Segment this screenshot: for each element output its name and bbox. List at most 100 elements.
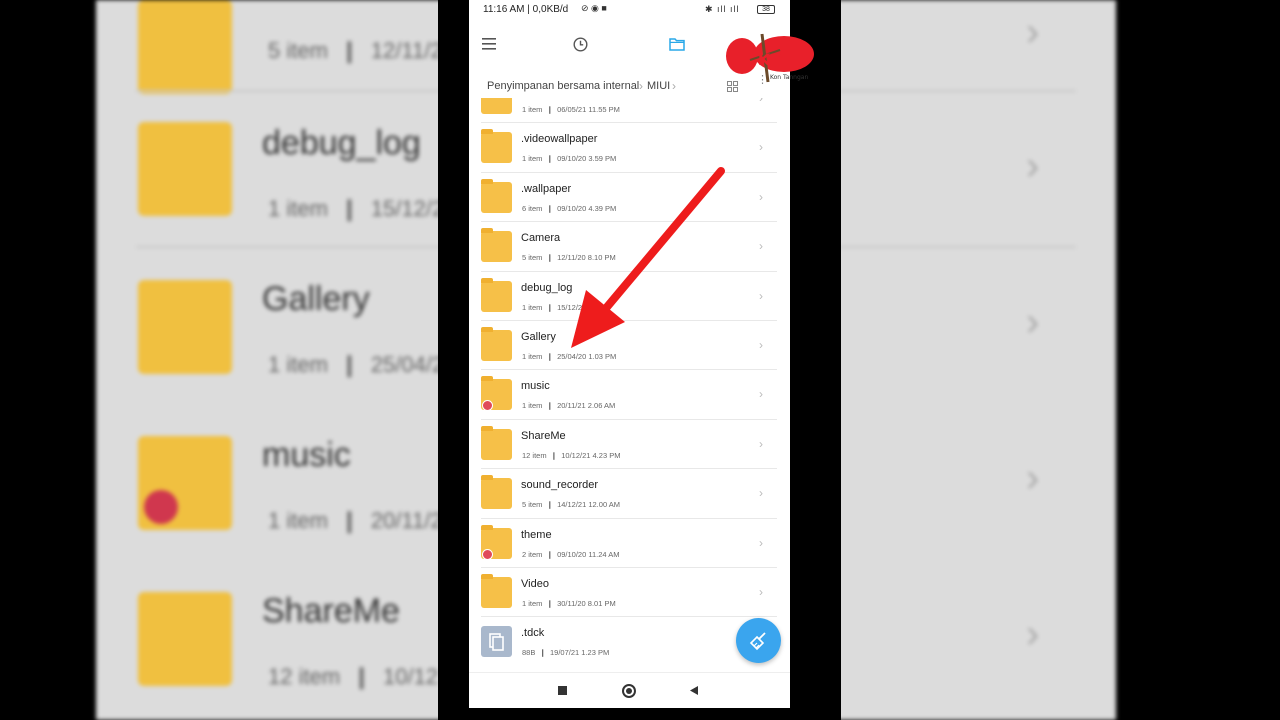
item-name: Video — [521, 578, 549, 590]
item-date: 10/12/21 4.23 PM — [561, 450, 621, 460]
meta-separator: ❙ — [542, 253, 558, 263]
item-count: 12 item — [522, 450, 547, 460]
item-date: 15/12/21 — [557, 302, 587, 312]
item-date: 09/10/20 4.39 PM — [557, 203, 617, 213]
phone-frame: 11:16 AM | 0,0KB/d ⊘ ◉ ■ ✱ ıll ıll 38 Pe… — [438, 0, 841, 720]
item-name: music — [521, 380, 550, 393]
item-meta: 1 item ❙ 06/05/21 11.55 PM — [522, 105, 620, 114]
item-meta: 1 item ❙ 20/11/21 2.06 AM — [522, 401, 615, 410]
bg-chevron-icon: › — [1026, 612, 1040, 656]
chevron-right-icon: › — [759, 98, 763, 105]
signal-icon: ✱ ıll ıll — [705, 4, 740, 14]
breadcrumb-chevron-icon: › — [672, 79, 676, 93]
meta-separator: ❙ — [542, 302, 558, 312]
item-name: theme — [521, 528, 552, 541]
item-name: .wallpaper — [521, 182, 572, 195]
chevron-right-icon: › — [759, 436, 763, 451]
bg-meta: 1 item ❙ 15/12/2 — [268, 196, 445, 221]
item-date: 30/11/20 8.01 PM — [557, 599, 616, 608]
meta-separator: ❙ — [542, 203, 558, 213]
folder-icon — [481, 425, 512, 460]
item-name: sound_recorder — [521, 479, 599, 492]
folder-icon — [481, 98, 512, 114]
list-item[interactable]: Camera 5 item ❙ 12/11/20 8.10 PM › — [469, 222, 790, 272]
clean-button[interactable] — [736, 618, 781, 663]
chevron-right-icon: › — [759, 288, 763, 303]
item-meta: 2 item ❙ 09/10/20 11.24 AM — [522, 550, 619, 559]
meta-separator: ❙ — [542, 549, 558, 559]
item-meta: 1 item ❙ 30/11/20 8.01 PM — [522, 599, 616, 608]
bg-name: Gallery — [262, 280, 370, 318]
bg-folder-icon — [138, 122, 232, 216]
folder-icon — [481, 129, 512, 164]
item-count: 1 item — [522, 401, 543, 411]
item-date: 09/10/20 3.59 PM — [557, 154, 617, 164]
triangle-back-icon[interactable] — [689, 685, 699, 696]
item-meta: 6 item ❙ 09/10/20 4.39 PM — [522, 204, 616, 213]
item-count: 2 item — [522, 549, 543, 559]
list-item[interactable]: theme 2 item ❙ 09/10/20 11.24 AM › — [469, 519, 790, 569]
bg-meta: 1 item ❙ 25/04/2 — [268, 352, 445, 377]
list-item[interactable]: debug_log 1 item ❙ 15/12/21 › — [469, 272, 790, 322]
logo-text: KM — [758, 50, 786, 69]
bg-name: music — [262, 436, 351, 474]
folder-icon — [481, 475, 512, 510]
item-date: 25/04/20 1.03 PM — [557, 352, 617, 361]
folder-icon — [481, 277, 512, 312]
chevron-right-icon: › — [759, 387, 763, 402]
item-meta: 88B ❙ 19/07/21 1.23 PM — [522, 648, 609, 657]
bg-meta: 1 item ❙ 20/11/2 — [268, 508, 443, 533]
item-meta: 1 item ❙ 15/12/21 — [522, 303, 586, 312]
item-name: .videowallpaper — [521, 133, 598, 146]
chevron-right-icon: › — [759, 239, 763, 254]
chevron-right-icon: › — [759, 486, 763, 501]
list-item[interactable]: ShareMe 12 item ❙ 10/12/21 4.23 PM › — [469, 420, 790, 470]
item-meta: 5 item ❙ 14/12/21 12.00 AM — [522, 500, 620, 509]
status-notification-icons: ⊘ ◉ ■ — [581, 3, 607, 13]
square-icon[interactable] — [558, 686, 567, 695]
bg-folder-icon — [138, 0, 232, 94]
meta-separator: ❙ — [542, 500, 558, 510]
bg-folder-icon — [138, 280, 232, 374]
file-manager-screen: 11:16 AM | 0,0KB/d ⊘ ◉ ■ ✱ ıll ıll 38 Pe… — [469, 0, 790, 708]
item-date: 20/11/21 2.06 AM — [557, 401, 616, 411]
folder-icon — [481, 178, 512, 213]
list-item[interactable]: sound_recorder 5 item ❙ 14/12/21 12.00 AM… — [469, 469, 790, 519]
bg-chevron-icon: › — [1026, 144, 1040, 188]
chevron-right-icon: › — [759, 140, 763, 155]
clock-icon[interactable] — [570, 34, 590, 54]
status-text: 11:16 AM | 0,0KB/d — [483, 4, 569, 15]
list-item[interactable]: 1 item ❙ 06/05/21 11.55 PM › — [469, 98, 790, 124]
list-item[interactable]: .videowallpaper 1 item ❙ 09/10/20 3.59 PM… — [469, 123, 790, 173]
item-meta: 1 item ❙ 25/04/20 1.03 PM — [522, 352, 616, 361]
folder-icon[interactable] — [667, 34, 687, 54]
list-item[interactable]: Gallery 1 item ❙ 25/04/20 1.03 PM › — [469, 321, 790, 371]
list-item[interactable]: music 1 item ❙ 20/11/21 2.06 AM › — [469, 370, 790, 420]
item-count: 88B — [522, 648, 536, 658]
item-count: 6 item — [522, 203, 543, 213]
list-item[interactable]: .wallpaper 6 item ❙ 09/10/20 4.39 PM › — [469, 173, 790, 223]
bg-chevron-icon: › — [1026, 10, 1040, 54]
meta-separator: ❙ — [542, 599, 558, 608]
item-meta: 5 item ❙ 12/11/20 8.10 PM — [522, 253, 616, 262]
broom-icon — [749, 631, 766, 650]
breadcrumb-item-internal-storage[interactable]: Penyimpanan bersama internal — [487, 80, 639, 92]
folder-icon — [481, 228, 512, 263]
item-count: 5 item — [522, 500, 543, 510]
meta-separator: ❙ — [546, 450, 562, 460]
chevron-right-icon: › — [759, 338, 763, 352]
breadcrumb-item-miui[interactable]: MIUI — [647, 80, 670, 92]
meta-separator: ❙ — [542, 401, 558, 411]
hamburger-icon[interactable] — [479, 34, 499, 54]
item-meta: 1 item ❙ 09/10/20 3.59 PM — [522, 154, 616, 163]
circle-icon[interactable] — [622, 684, 636, 698]
item-date: 09/10/20 11.24 AM — [557, 549, 620, 559]
logo-subtext: Kon Tanngan — [770, 74, 809, 81]
chevron-right-icon: › — [759, 189, 763, 204]
battery-icon: 38 — [757, 5, 775, 14]
item-count: 5 item — [522, 253, 543, 263]
breadcrumb-chevron-icon: › — [639, 79, 643, 93]
list-item[interactable]: Video 1 item ❙ 30/11/20 8.01 PM › — [469, 568, 790, 618]
chevron-right-icon: › — [759, 535, 763, 550]
bg-folder-icon — [138, 592, 232, 686]
